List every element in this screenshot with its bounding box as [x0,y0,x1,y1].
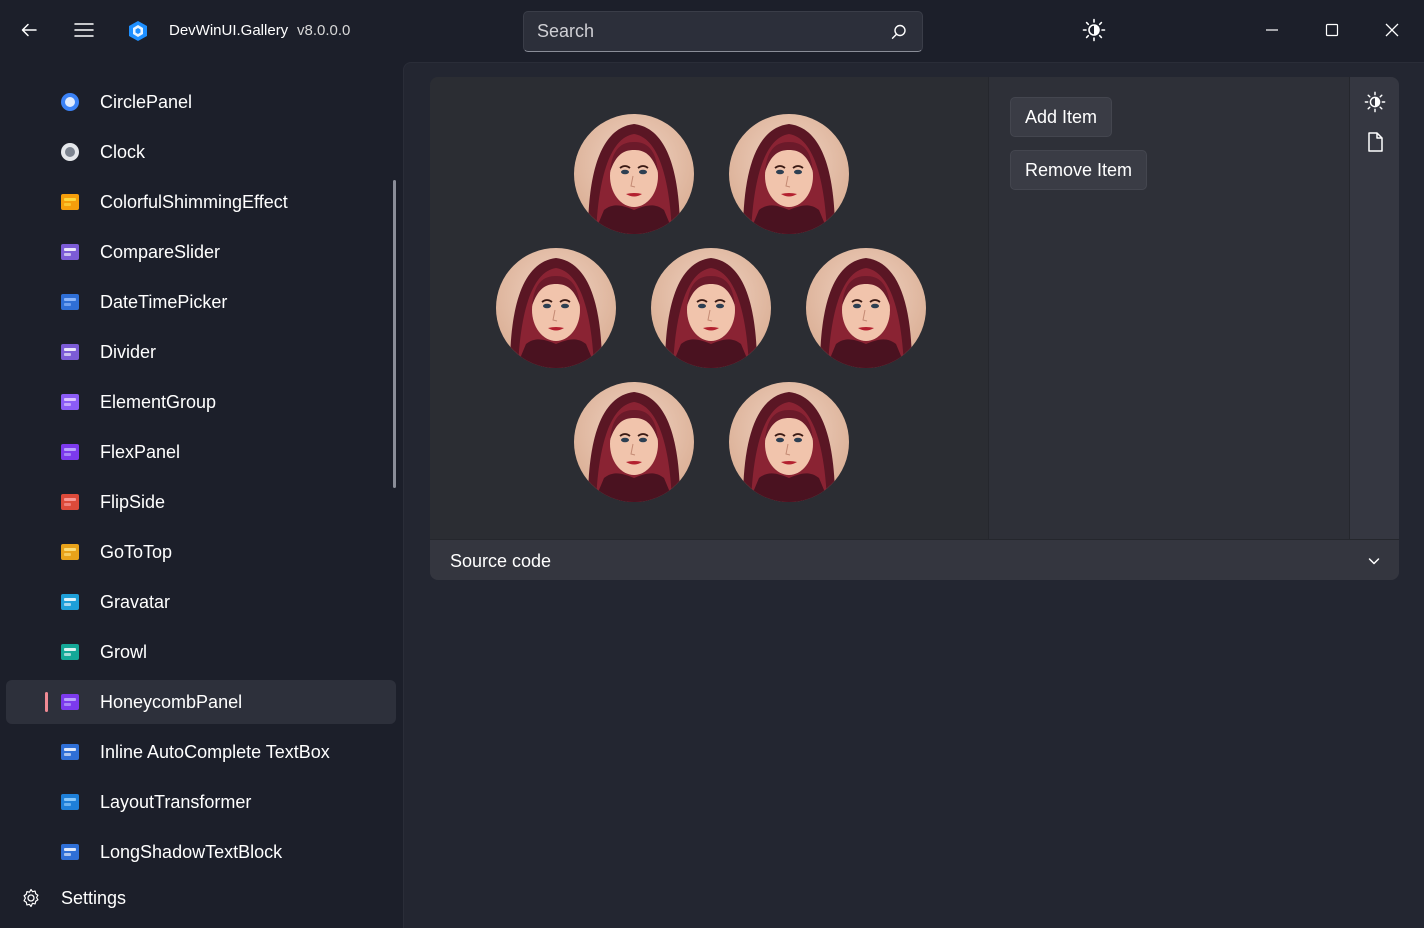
portrait-image [651,248,771,368]
datetime-picker-icon [61,294,79,310]
sidebar-item-label: LayoutTransformer [100,792,252,812]
search-box[interactable] [523,11,923,52]
autocomplete-textbox-icon [61,744,79,760]
long-shadow-textblock-icon [61,844,79,860]
back-arrow-icon [21,23,37,37]
flip-side-icon [61,494,79,510]
theme-toggle-icon[interactable] [1364,91,1386,113]
sidebar-item-colorfulshimmingeffect[interactable]: ColorfulShimmingEffect [6,180,396,224]
sidebar-item-gototop[interactable]: GoToTop [6,530,396,574]
circle-panel-icon [61,93,79,111]
sidebar-item-label: DateTimePicker [100,292,228,312]
portrait-image [574,114,694,234]
sidebar-item-datetimepicker[interactable]: DateTimePicker [6,280,396,324]
sidebar-item-layouttransformer[interactable]: LayoutTransformer [6,780,396,824]
search-icon[interactable] [890,23,908,41]
sidebar-item-compareslider[interactable]: CompareSlider [6,230,396,274]
document-icon[interactable] [1364,131,1386,153]
growl-icon [61,644,79,660]
content-frame: Add Item Remove Item Source code [403,62,1424,928]
sidebar-item-label: Inline AutoComplete TextBox [100,742,330,762]
honeycomb-panel-demo [430,77,988,539]
portrait-image [574,382,694,502]
source-code-label: Source code [450,551,552,571]
gear-icon [23,888,39,908]
chevron-down-icon [1368,558,1380,565]
sidebar-item-inline-autocomplete-textbox[interactable]: Inline AutoComplete TextBox [6,730,396,774]
compare-slider-icon [61,244,79,260]
sidebar-item-label: CirclePanel [100,92,193,112]
sidebar-item-elementgroup[interactable]: ElementGroup [6,380,396,424]
minimize-button[interactable] [1258,16,1286,44]
clock-icon [61,143,79,161]
back-button[interactable] [15,16,43,44]
sidebar-item-honeycombpanel[interactable]: HoneycombPanel [6,680,396,724]
app-title: DevWinUI.Gallery [169,22,289,39]
app-logo-icon [129,21,147,41]
settings-label: Settings [61,888,127,908]
maximize-button[interactable] [1318,16,1346,44]
sidebar-item-label: FlexPanel [100,442,181,462]
portrait-image [729,382,849,502]
minimize-icon [1266,29,1278,31]
sidebar-scrollbar[interactable] [393,180,396,488]
search-input[interactable] [524,12,884,51]
divider-icon [61,344,79,360]
portrait-image [496,248,616,368]
sidebar-item-settings[interactable]: Settings [0,882,400,922]
honeycomb-avatar [729,114,849,234]
sidebar-item-label: FlipSide [100,492,166,512]
menu-button[interactable] [70,16,98,44]
sidebar-item-flipside[interactable]: FlipSide [6,480,396,524]
sidebar-item-label: Growl [100,642,148,662]
remove-item-button[interactable]: Remove Item [1010,150,1148,190]
honeycomb-avatar [574,382,694,502]
sidebar-item-label: Clock [100,142,146,162]
sidebar-item-longshadowtextblock[interactable]: LongShadowTextBlock [6,830,396,874]
sidebar-item-growl[interactable]: Growl [6,630,396,674]
sample-card: Add Item Remove Item Source code [430,77,1399,580]
title-bar: DevWinUI.Gallery v8.0.0.0 [0,0,1424,62]
add-item-button[interactable]: Add Item [1010,97,1113,137]
layout-transformer-icon [61,794,79,810]
close-icon [1385,23,1399,37]
sidebar-item-label: ElementGroup [100,392,217,412]
options-panel: Add Item Remove Item [988,77,1349,539]
card-tools [1349,77,1399,539]
sidebar-item-flexpanel[interactable]: FlexPanel [6,430,396,474]
honeycomb-avatar [651,248,771,368]
flex-panel-icon [61,444,79,460]
hamburger-icon [74,23,94,37]
sidebar-item-label: Gravatar [100,592,171,612]
gravatar-icon [61,594,79,610]
maximize-icon [1325,23,1339,37]
honeycomb-panel-icon [61,694,79,710]
honeycomb-avatar [574,114,694,234]
source-code-expander[interactable]: Source code [430,539,1399,580]
selection-indicator [45,692,48,712]
portrait-image [806,248,926,368]
shimmer-icon [61,194,79,210]
sidebar-item-label: HoneycombPanel [100,692,243,712]
element-group-icon [61,394,79,410]
portrait-image [729,114,849,234]
close-button[interactable] [1378,16,1406,44]
honeycomb-avatar [729,382,849,502]
theme-toggle-icon[interactable] [1082,18,1106,42]
sidebar-item-label: ColorfulShimmingEffect [100,192,288,212]
navigation-sidebar: CirclePanel Clock ColorfulShimmingEffect Co… [0,62,403,928]
sidebar-item-label: LongShadowTextBlock [100,842,283,862]
sidebar-item-label: GoToTop [100,542,173,562]
sidebar-item-label: Divider [100,342,157,362]
sidebar-item-circlepanel[interactable]: CirclePanel [6,80,396,124]
honeycomb-avatar [496,248,616,368]
sidebar-item-divider[interactable]: Divider [6,330,396,374]
honeycomb-avatar [806,248,926,368]
sidebar-item-label: CompareSlider [100,242,221,262]
sidebar-item-clock[interactable]: Clock [6,130,396,174]
app-version: v8.0.0.0 [297,22,351,39]
go-to-top-icon [61,544,79,560]
sidebar-item-gravatar[interactable]: Gravatar [6,580,396,624]
